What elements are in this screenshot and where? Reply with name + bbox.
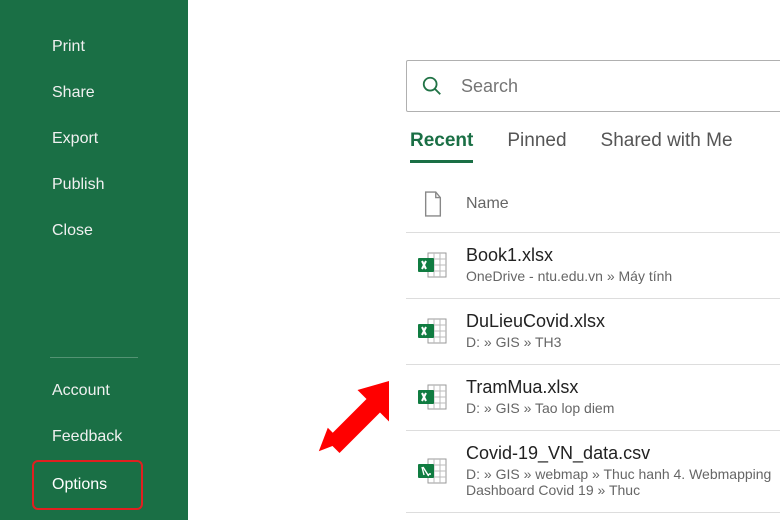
sidebar-item-export[interactable]: Export	[0, 116, 188, 162]
column-name-label: Name	[466, 195, 509, 213]
file-path-label: D: » GIS » TH3	[466, 334, 605, 350]
excel-file-icon	[416, 315, 448, 347]
file-name-label: Covid-19_VN_data.csv	[466, 443, 780, 464]
excel-file-icon	[416, 381, 448, 413]
annotation-arrow-icon	[308, 372, 398, 462]
sidebar-item-account[interactable]: Account	[0, 368, 188, 414]
sidebar-item-options[interactable]: Options	[32, 460, 143, 510]
file-list: Name Book1.xlsx OneDrive - ntu.edu.vn » …	[406, 180, 780, 520]
file-name-label: Book1.xlsx	[466, 245, 672, 266]
document-icon	[422, 190, 444, 218]
sidebar-item-feedback[interactable]: Feedback	[0, 414, 188, 460]
file-row[interactable]: Book1.xlsx OneDrive - ntu.edu.vn » Máy t…	[406, 233, 780, 299]
search-icon	[421, 75, 443, 97]
file-text: Covid-19_VN_data.csv D: » GIS » webmap »…	[466, 443, 780, 498]
file-path-label: OneDrive - ntu.edu.vn » Máy tính	[466, 268, 672, 284]
app-root: Print Share Export Publish Close Account…	[0, 0, 780, 520]
file-text: Book1.xlsx OneDrive - ntu.edu.vn » Máy t…	[466, 245, 672, 284]
main-panel: Recent Pinned Shared with Me Name	[188, 0, 780, 520]
sidebar-top-group: Print Share Export Publish Close	[0, 24, 188, 339]
list-header: Name	[406, 180, 780, 233]
tab-recent[interactable]: Recent	[410, 130, 473, 163]
file-name-label: DuLieuCovid.xlsx	[466, 311, 605, 332]
file-text: TramMua.xlsx D: » GIS » Tao lop diem	[466, 377, 614, 416]
recent-tabs: Recent Pinned Shared with Me	[410, 130, 733, 163]
search-bar[interactable]	[406, 60, 780, 112]
excel-file-icon	[416, 249, 448, 281]
file-text: DuLieuCovid.xlsx D: » GIS » TH3	[466, 311, 605, 350]
sidebar-item-share[interactable]: Share	[0, 70, 188, 116]
excel-file-icon	[416, 455, 448, 487]
sidebar-divider	[50, 357, 138, 358]
file-name-label: TramMua.xlsx	[466, 377, 614, 398]
file-row[interactable]: Vietnam_covid_data.csv	[406, 513, 780, 520]
tab-shared[interactable]: Shared with Me	[601, 130, 733, 163]
sidebar-bottom-group: Account Feedback Options	[0, 339, 188, 520]
sidebar-item-print[interactable]: Print	[0, 24, 188, 70]
file-path-label: D: » GIS » webmap » Thuc hanh 4. Webmapp…	[466, 466, 780, 498]
tab-pinned[interactable]: Pinned	[507, 130, 566, 163]
file-row[interactable]: TramMua.xlsx D: » GIS » Tao lop diem	[406, 365, 780, 431]
file-row[interactable]: DuLieuCovid.xlsx D: » GIS » TH3	[406, 299, 780, 365]
sidebar-item-publish[interactable]: Publish	[0, 162, 188, 208]
file-row[interactable]: Covid-19_VN_data.csv D: » GIS » webmap »…	[406, 431, 780, 513]
backstage-sidebar: Print Share Export Publish Close Account…	[0, 0, 188, 520]
sidebar-item-close[interactable]: Close	[0, 208, 188, 254]
search-input[interactable]	[461, 76, 767, 97]
file-path-label: D: » GIS » Tao lop diem	[466, 400, 614, 416]
